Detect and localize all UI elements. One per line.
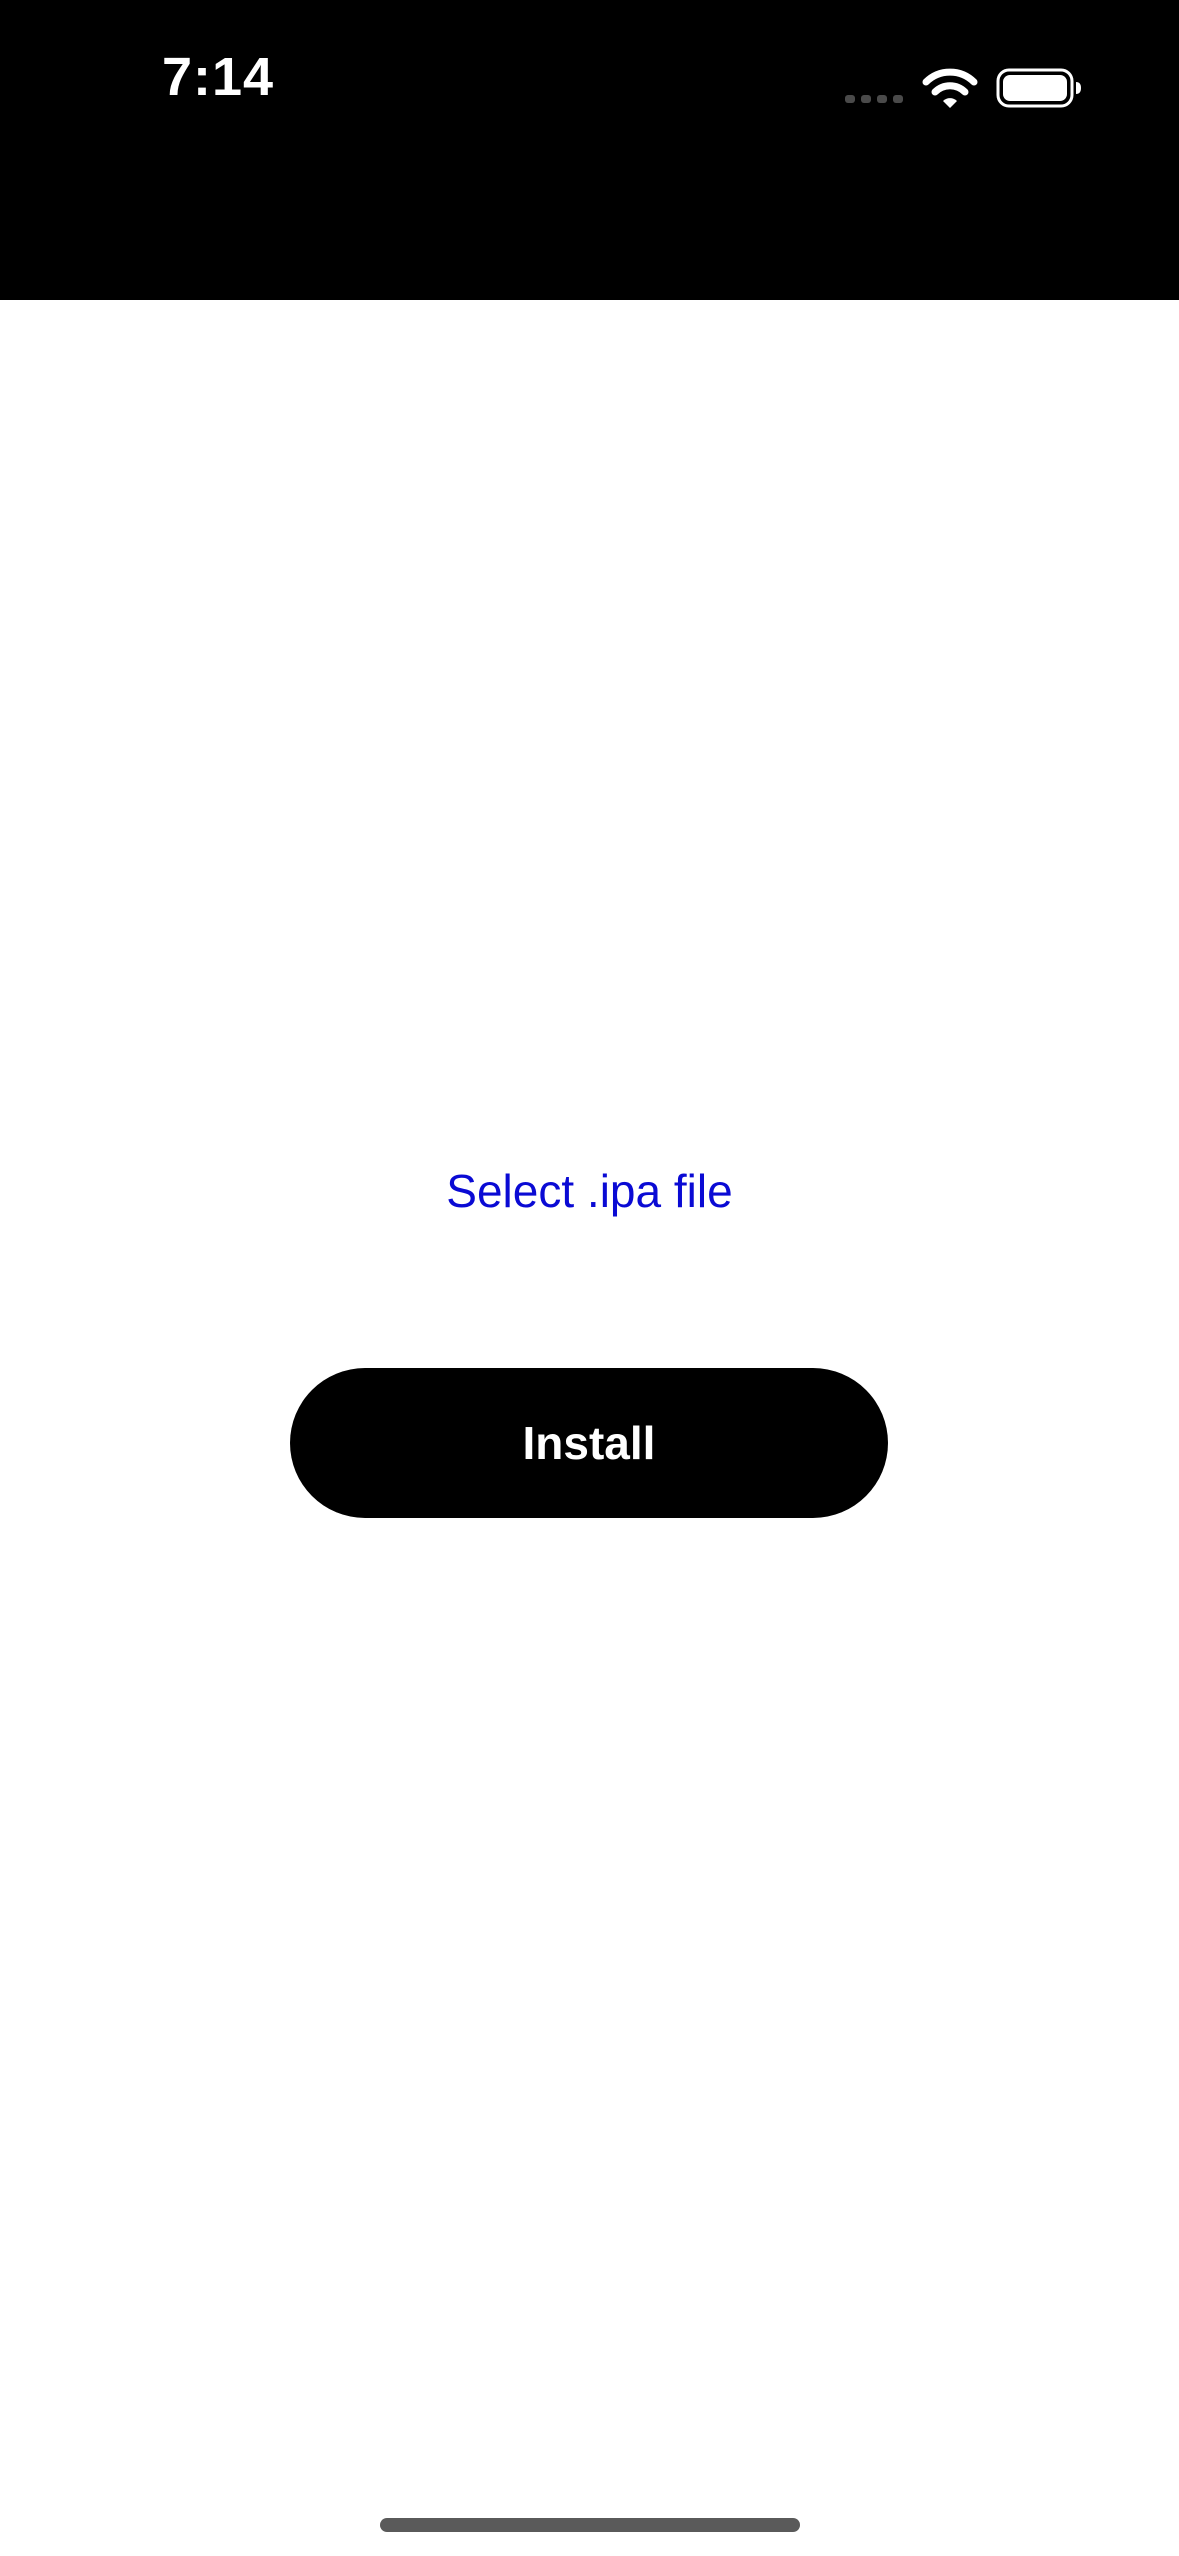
install-button-label: Install bbox=[522, 1417, 656, 1469]
wifi-icon bbox=[922, 68, 978, 108]
install-button[interactable]: Install bbox=[290, 1368, 888, 1518]
select-ipa-file-link[interactable]: Select .ipa file bbox=[0, 1168, 1179, 1214]
home-indicator[interactable] bbox=[380, 2518, 800, 2532]
status-bar: 7:14 bbox=[0, 0, 1179, 300]
status-time: 7:14 bbox=[162, 47, 275, 107]
signal-icon bbox=[845, 95, 903, 103]
battery-icon bbox=[996, 68, 1081, 108]
